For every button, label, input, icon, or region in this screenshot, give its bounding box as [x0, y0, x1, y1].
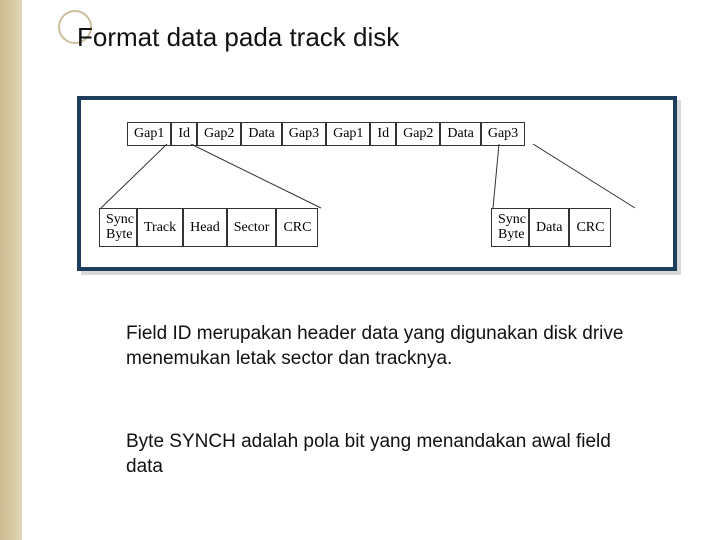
data-payload: Data: [529, 208, 569, 247]
paragraph-id-field: Field ID merupakan header data yang digu…: [126, 322, 646, 371]
connector-lines: [81, 144, 681, 214]
seq-cell-id: Id: [370, 122, 396, 146]
id-field-breakdown: Sync Byte Track Head Sector CRC: [99, 208, 318, 247]
seq-cell: Gap2: [197, 122, 241, 146]
seq-cell-data: Data: [440, 122, 480, 146]
seq-cell-data: Data: [241, 122, 281, 146]
id-crc: CRC: [276, 208, 318, 247]
track-format-diagram: Gap1 Id Gap2 Data Gap3 Gap1 Id Gap2 Data…: [77, 96, 677, 271]
side-ribbon: [0, 0, 22, 540]
paragraph-sync-byte: Byte SYNCH adalah pola bit yang menandak…: [126, 430, 646, 479]
id-sync-byte: Sync Byte: [99, 208, 137, 247]
id-head: Head: [183, 208, 227, 247]
data-crc: CRC: [569, 208, 611, 247]
seq-cell: Gap2: [396, 122, 440, 146]
data-field-breakdown: Sync Byte Data CRC: [491, 208, 611, 247]
seq-cell: Gap3: [481, 122, 525, 146]
seq-cell: Gap3: [282, 122, 326, 146]
id-sector: Sector: [227, 208, 277, 247]
slide-title: Format data pada track disk: [77, 22, 399, 53]
id-track: Track: [137, 208, 183, 247]
seq-cell: Gap1: [326, 122, 370, 146]
seq-cell: Gap1: [127, 122, 171, 146]
data-sync-byte: Sync Byte: [491, 208, 529, 247]
seq-cell-id: Id: [171, 122, 197, 146]
sector-sequence-row: Gap1 Id Gap2 Data Gap3 Gap1 Id Gap2 Data…: [127, 122, 525, 146]
